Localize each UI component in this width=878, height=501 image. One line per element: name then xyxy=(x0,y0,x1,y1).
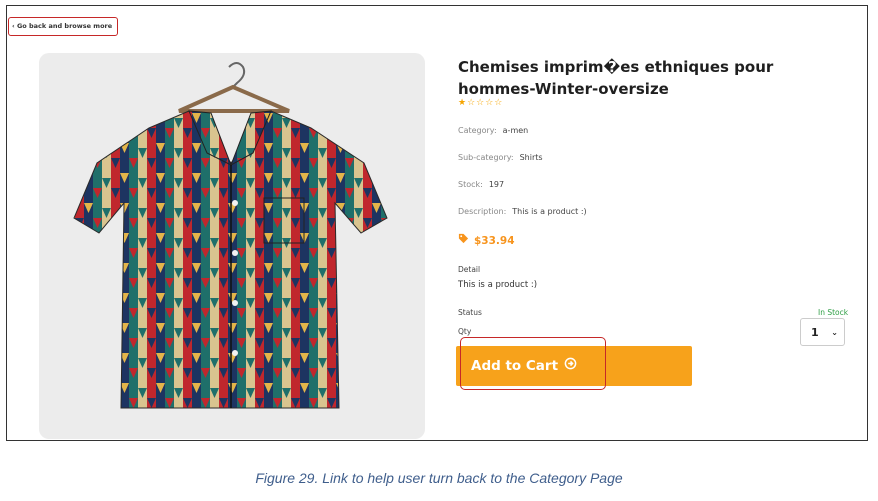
stock-value: 197 xyxy=(488,180,505,189)
shirt-image xyxy=(73,62,388,409)
quantity-value: 1 xyxy=(811,325,819,339)
product-title: Chemises imprim�es ethniques pour hommes… xyxy=(458,58,774,98)
back-to-category-link[interactable]: ‹ Go back and browse more xyxy=(8,17,118,36)
detail-label: Detail xyxy=(458,265,481,274)
description-value: This is a product :) xyxy=(512,207,587,216)
description-label: Description: xyxy=(458,207,507,216)
detail-text: This is a product :) xyxy=(458,280,538,290)
category-label: Category: xyxy=(458,126,497,135)
description-row: Description: This is a product :) xyxy=(458,207,587,216)
back-link-label: Go back and browse more xyxy=(16,22,113,30)
product-image xyxy=(39,53,425,439)
subcategory-value: Shirts xyxy=(519,153,543,162)
status-label: Status xyxy=(458,308,482,317)
stock-row: Stock: 197 xyxy=(458,180,504,189)
stock-label: Stock: xyxy=(458,180,483,189)
rating-stars: ★☆☆☆☆ xyxy=(458,98,504,108)
price-tag-icon xyxy=(458,233,469,247)
quantity-select[interactable]: 1 ⌄ xyxy=(800,318,845,346)
qty-label: Qty xyxy=(458,327,472,336)
chevron-left-icon: ‹ xyxy=(12,22,15,30)
price-value: $33.94 xyxy=(474,235,515,247)
cart-button-highlight xyxy=(460,337,606,390)
figure-caption: Figure 29. Link to help user turn back t… xyxy=(255,470,623,486)
category-row: Category: a-men xyxy=(458,126,528,135)
status-badge: In Stock xyxy=(818,308,849,317)
price: $33.94 xyxy=(458,233,515,247)
category-value: a-men xyxy=(502,126,529,135)
subcategory-label: Sub-category: xyxy=(458,153,514,162)
chevron-down-icon: ⌄ xyxy=(831,327,838,337)
subcategory-row: Sub-category: Shirts xyxy=(458,153,543,162)
